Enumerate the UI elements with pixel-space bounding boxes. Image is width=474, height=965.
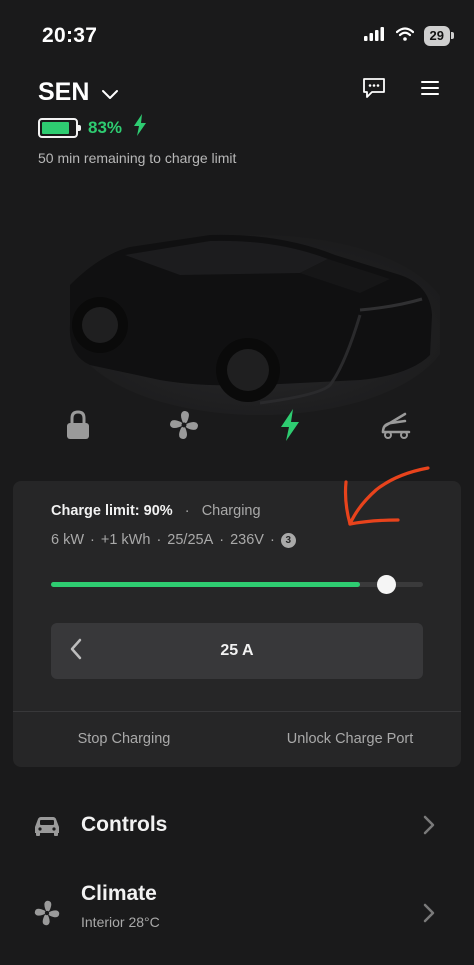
menu-subtitle: Interior 28°C [81, 914, 160, 930]
hamburger-menu-icon [419, 79, 441, 102]
charge-limit-fill [51, 582, 360, 587]
charging-bolt-icon [132, 114, 148, 141]
chevron-right-icon [422, 902, 436, 924]
climate-button[interactable] [164, 405, 204, 449]
chevron-down-icon [101, 78, 119, 107]
charging-state: Charging [201, 503, 261, 519]
phase-info-badge[interactable]: 3 [280, 532, 296, 548]
charge-limit-label: Charge limit: 90% [51, 503, 173, 519]
annotation-arrow [336, 462, 436, 532]
charge-amps-value: 25 A [220, 642, 254, 659]
separator: · [156, 532, 162, 548]
stop-charging-button[interactable]: Stop Charging [33, 712, 215, 767]
status-icons: 29 [363, 26, 455, 46]
lock-icon [65, 409, 91, 445]
menu-item-climate[interactable]: Climate Interior 28°C [0, 872, 474, 948]
charge-amps-stepper: 25 A [51, 623, 423, 679]
quick-controls [0, 405, 474, 455]
battery-icon [38, 117, 81, 138]
separator: · [90, 532, 95, 548]
menu-title: Climate [81, 882, 157, 905]
fan-icon [168, 409, 200, 446]
separator: · [219, 532, 225, 548]
header-actions [360, 77, 444, 104]
frunk-open-icon [379, 410, 413, 445]
charge-time-remaining: 50 min remaining to charge limit [38, 150, 237, 166]
charge-power: 6 kW [51, 532, 85, 548]
decrease-amps-button[interactable] [51, 623, 101, 679]
vehicle-image [60, 215, 450, 415]
status-time: 20:37 [42, 24, 98, 47]
chevron-right-icon [422, 814, 436, 836]
chevron-left-icon [69, 638, 83, 665]
charging-stats: 6 kW · +1 kWh · 25/25A · 236V · 3 [51, 532, 296, 548]
message-button[interactable] [360, 77, 388, 104]
lock-button[interactable] [58, 405, 98, 449]
unlock-charge-port-button[interactable]: Unlock Charge Port [259, 712, 441, 767]
wifi-icon [395, 26, 414, 46]
charge-limit-slider[interactable] [51, 582, 423, 587]
menu-item-controls[interactable]: Controls [0, 794, 474, 858]
charge-limit-row: Charge limit: 90% · Charging [51, 503, 261, 519]
menu-title: Controls [81, 813, 168, 836]
fan-icon [32, 898, 62, 928]
vehicle-name: SEN [38, 78, 90, 106]
menu-button[interactable] [416, 78, 444, 102]
frunk-button[interactable] [376, 405, 416, 449]
car-icon [32, 811, 62, 841]
separator: · [269, 532, 275, 548]
charging-bolt-icon [279, 408, 301, 446]
charge-limit-slider-thumb[interactable] [377, 575, 396, 594]
voltage: 236V [230, 532, 264, 548]
current-amps: 25/25A [167, 532, 214, 548]
charge-button[interactable] [270, 405, 310, 449]
battery-indicator: 29 [423, 26, 455, 46]
vehicle-selector[interactable]: SEN [38, 78, 119, 107]
separator: · [184, 503, 190, 519]
energy-added: +1 kWh [100, 532, 151, 548]
battery-status: 83% [38, 114, 148, 141]
cellular-signal-icon [363, 26, 386, 46]
battery-fill [42, 121, 69, 134]
message-icon [362, 77, 386, 104]
battery-percent: 83% [88, 117, 123, 137]
